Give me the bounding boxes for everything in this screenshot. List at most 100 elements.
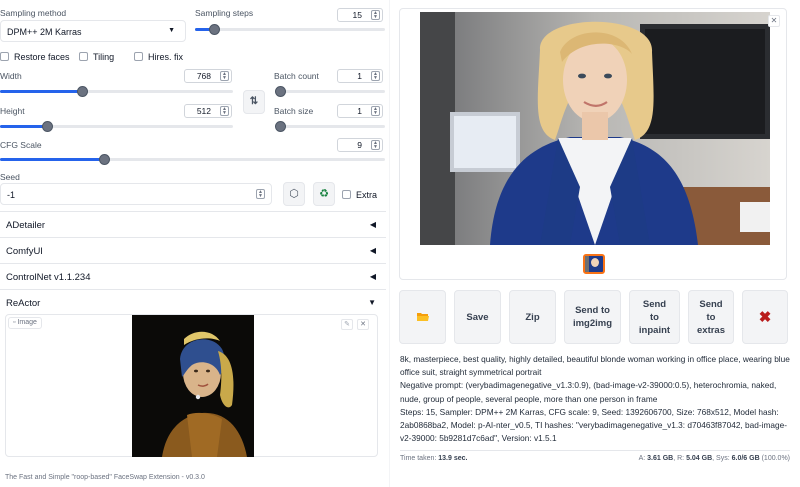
gallery-thumbnail[interactable]	[583, 254, 605, 274]
batch-count-slider[interactable]	[275, 86, 385, 97]
random-seed-button[interactable]: ⬡	[283, 182, 305, 206]
button-line: Send	[699, 298, 723, 310]
chevron-down-icon: ▼	[168, 27, 175, 34]
stepper-icon[interactable]: ▲ ▼	[220, 71, 229, 81]
cfg-scale-input[interactable]: 9 ▲ ▼	[337, 138, 383, 152]
stepper-icon[interactable]: ▲ ▼	[371, 140, 380, 150]
save-button[interactable]: Save	[454, 290, 501, 344]
send-to-extras-button[interactable]: Send to extras	[688, 290, 734, 344]
info-divider	[400, 450, 790, 451]
chevron-left-icon: ◀	[369, 220, 376, 229]
stepper-icon[interactable]: ▲ ▼	[220, 106, 229, 116]
accordion-title: ControlNet v1.1.234	[6, 272, 91, 283]
hires-fix-label: Hires. fix	[148, 52, 184, 62]
dice-icon: ⬡	[289, 188, 299, 200]
source-face-image	[132, 315, 254, 457]
stepper-icon[interactable]: ▲ ▼	[371, 71, 380, 81]
tiling-checkbox[interactable]: Tiling	[79, 52, 114, 62]
swap-dimensions-button[interactable]: ⇅	[243, 90, 265, 114]
prompt-text: 8k, masterpiece, best quality, highly de…	[400, 354, 790, 378]
sampling-method-label: Sampling method	[0, 8, 67, 18]
checkbox-icon	[134, 52, 143, 61]
folder-icon	[416, 313, 429, 321]
sampling-steps-label: Sampling steps	[195, 8, 254, 18]
generation-info: 8k, masterpiece, best quality, highly de…	[400, 353, 790, 445]
panel-divider	[389, 0, 390, 487]
height-input[interactable]: 512 ▲ ▼	[184, 104, 232, 118]
button-line: extras	[697, 324, 725, 336]
sampling-steps-value: 15	[352, 10, 362, 20]
accordion-reactor[interactable]: ReActor ▼	[0, 289, 386, 315]
sys-percent: (100.0%)	[761, 455, 790, 462]
a-value: 3.61 GB	[647, 455, 674, 462]
button-line: Send	[642, 298, 667, 310]
width-label: Width	[0, 71, 22, 81]
reactor-image-upload[interactable]: ▫ Image ✎ ✕	[5, 314, 378, 457]
save-label: Save	[466, 311, 489, 323]
open-folder-button[interactable]	[399, 290, 446, 344]
batch-count-label: Batch count	[274, 71, 319, 81]
output-gallery: ✕	[399, 8, 787, 280]
send-to-inpaint-button[interactable]: Send to inpaint	[629, 290, 680, 344]
batch-count-input[interactable]: 1 ▲ ▼	[337, 69, 383, 83]
swap-dimensions-icon: ⇅	[249, 96, 259, 107]
sampling-method-value: DPM++ 2M Karras	[7, 27, 82, 37]
accordion-controlnet[interactable]: ControlNet v1.1.234 ◀	[0, 263, 386, 289]
zip-button[interactable]: Zip	[509, 290, 556, 344]
accordion-comfyui[interactable]: ComfyUI ◀	[0, 237, 386, 263]
slider-thumb[interactable]	[209, 24, 220, 35]
batch-size-slider[interactable]	[275, 121, 385, 132]
width-input[interactable]: 768 ▲ ▼	[184, 69, 232, 83]
batch-size-input[interactable]: 1 ▲ ▼	[337, 104, 383, 118]
checkbox-icon	[79, 52, 88, 61]
seed-label: Seed	[0, 172, 20, 182]
chevron-left-icon: ◀	[369, 272, 376, 281]
batch-size-label: Batch size	[274, 106, 314, 116]
slider-thumb[interactable]	[275, 86, 286, 97]
slider-fill	[0, 90, 82, 93]
restore-faces-label: Restore faces	[14, 52, 70, 62]
slider-thumb[interactable]	[275, 121, 286, 132]
slider-thumb[interactable]	[76, 86, 88, 97]
reactor-footer: The Fast and Simple "roop-based" FaceSwa…	[5, 474, 205, 481]
extra-label: Extra	[356, 190, 378, 200]
sampling-method-dropdown[interactable]: DPM++ 2M Karras ▼	[0, 20, 186, 42]
accordion-adetailer[interactable]: ADetailer ◀	[0, 211, 386, 237]
seed-input[interactable]: -1 ▲ ▼	[0, 183, 272, 205]
stepper-icon[interactable]: ▲ ▼	[371, 106, 380, 116]
slider-thumb[interactable]	[98, 154, 110, 165]
hires-fix-checkbox[interactable]: Hires. fix	[134, 52, 183, 62]
close-icon[interactable]: ✕	[357, 319, 369, 330]
stepper-icon[interactable]: ▲ ▼	[256, 189, 265, 199]
sampling-steps-slider[interactable]	[195, 24, 385, 35]
seed-value: -1	[7, 190, 16, 200]
r-value: 5.04 GB	[686, 455, 713, 462]
output-image[interactable]	[420, 12, 770, 245]
restore-faces-checkbox[interactable]: Restore faces	[0, 52, 70, 62]
height-slider[interactable]	[0, 121, 233, 132]
chevron-down-icon: ▼	[368, 298, 376, 307]
button-line: to	[650, 311, 659, 323]
slider-thumb[interactable]	[41, 121, 53, 132]
send-to-img2img-button[interactable]: Send to img2img	[564, 290, 621, 344]
delete-button[interactable]: ✖	[742, 290, 788, 344]
extra-seed-checkbox[interactable]: Extra	[342, 190, 377, 200]
edit-icon[interactable]: ✎	[341, 319, 353, 330]
image-tag-label: Image	[17, 319, 37, 326]
stepper-icon[interactable]: ▲ ▼	[371, 10, 380, 20]
cfg-scale-slider[interactable]	[0, 154, 385, 165]
close-icon[interactable]: ✕	[768, 15, 780, 27]
memory-stats: A: 3.61 GB, R: 5.04 GB, Sys: 6.0/6 GB (1…	[638, 455, 790, 462]
width-slider[interactable]	[0, 86, 233, 97]
generation-params-text: Steps: 15, Sampler: DPM++ 2M Karras, CFG…	[400, 406, 788, 444]
sys-value: 6.0/6 GB	[731, 455, 760, 462]
time-taken: Time taken: 13.9 sec.	[400, 455, 467, 462]
tiling-label: Tiling	[93, 52, 115, 62]
image-tag: ▫ Image	[8, 317, 42, 329]
accordion-title: ReActor	[6, 298, 41, 309]
cfg-scale-label: CFG Scale	[0, 140, 42, 150]
reuse-seed-button[interactable]: ♻	[313, 182, 335, 206]
r-label: R:	[677, 455, 685, 462]
time-label: Time taken:	[400, 455, 437, 462]
sampling-steps-input[interactable]: 15 ▲ ▼	[337, 8, 383, 22]
